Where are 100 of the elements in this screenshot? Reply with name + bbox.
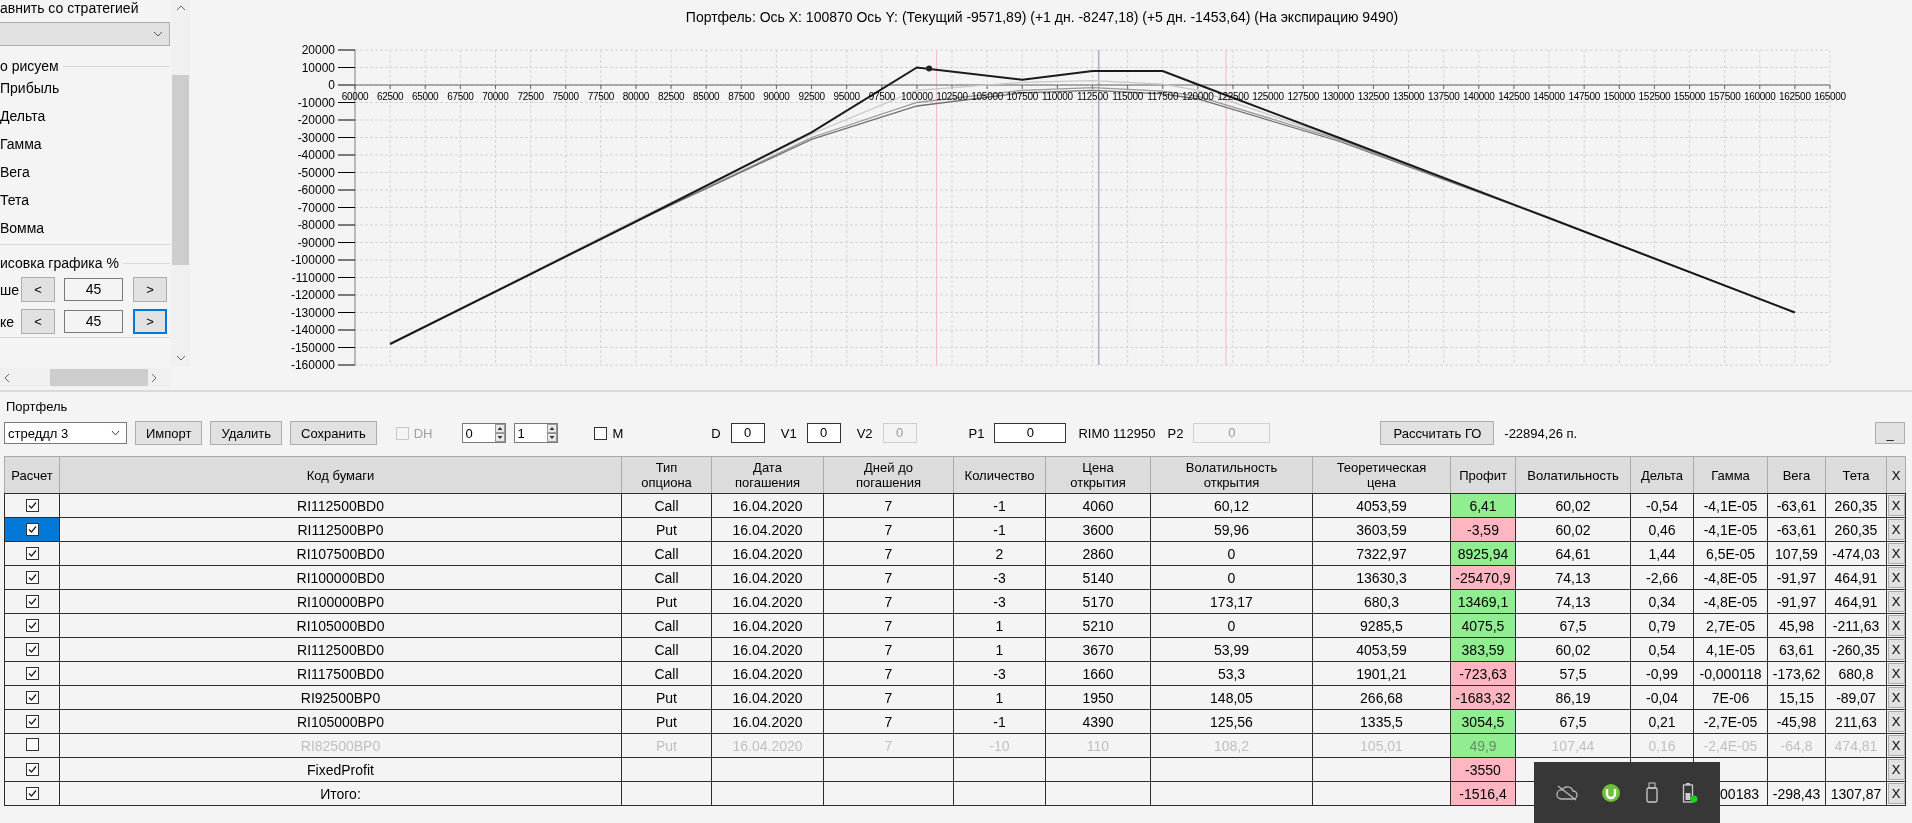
table-cell: 86,19: [1515, 685, 1631, 710]
table-cell: 60,02: [1515, 493, 1631, 518]
delete-button[interactable]: X: [1887, 783, 1905, 804]
checkbox-cell[interactable]: [4, 757, 60, 782]
battery-icon[interactable]: [1682, 781, 1699, 804]
checkbox[interactable]: [25, 762, 39, 776]
delete-button[interactable]: X: [1887, 567, 1905, 588]
usb-drive-icon[interactable]: [1644, 781, 1659, 804]
column-header[interactable]: Вега: [1767, 456, 1826, 494]
delete-button[interactable]: X: [1887, 519, 1905, 540]
column-header[interactable]: Количество: [953, 456, 1046, 494]
calculate-button[interactable]: Рассчитать ГО: [1380, 421, 1495, 445]
increase-button[interactable]: >: [133, 309, 167, 334]
column-header[interactable]: Расчет: [4, 456, 60, 494]
checkbox-cell[interactable]: [4, 685, 60, 710]
app-icon[interactable]: [1601, 782, 1622, 803]
delete-button[interactable]: X: [1887, 759, 1905, 780]
toolbar-button[interactable]: Импорт: [135, 421, 203, 445]
column-header[interactable]: Дней до погашения: [823, 456, 954, 494]
input-field[interactable]: 0: [730, 423, 765, 443]
tick-label: 135000: [1392, 91, 1425, 102]
delete-button[interactable]: X: [1887, 615, 1905, 636]
checkbox[interactable]: [594, 426, 608, 440]
checkbox-cell[interactable]: [4, 493, 60, 518]
scrollbar-thumb[interactable]: [172, 75, 189, 265]
tick-label: 80000: [622, 91, 650, 102]
delete-button[interactable]: X: [1887, 543, 1905, 564]
table-cell: 173,17: [1150, 589, 1313, 614]
tick-label: 67500: [447, 91, 474, 102]
column-header[interactable]: Дата погашения: [711, 456, 824, 494]
table-cell: 67,5: [1515, 709, 1631, 734]
vertical-scrollbar[interactable]: [171, 0, 190, 367]
plot-option[interactable]: Гамма: [0, 130, 42, 158]
plot-option[interactable]: Тета: [0, 186, 30, 214]
column-header[interactable]: Дельта: [1630, 456, 1694, 494]
table-cell: 60,02: [1515, 517, 1631, 542]
table-cell: 680,3: [1312, 589, 1451, 614]
checkbox[interactable]: [25, 690, 39, 704]
checkbox-cell[interactable]: [4, 661, 60, 686]
checkbox-cell[interactable]: [4, 565, 60, 590]
percent-field[interactable]: 45: [64, 310, 123, 333]
checkbox-cell[interactable]: [4, 589, 60, 614]
table-cell: RI100000BP0: [59, 589, 622, 614]
column-header[interactable]: Волатильность открытия: [1150, 456, 1313, 494]
plot-option[interactable]: Вомма: [0, 214, 45, 242]
delete-button[interactable]: X: [1887, 711, 1905, 732]
toolbar-button[interactable]: Сохранить: [290, 421, 377, 445]
scroll-left-icon[interactable]: [4, 372, 10, 383]
checkbox[interactable]: [25, 498, 39, 512]
table-cell: 60,12: [1150, 493, 1313, 518]
checkbox-cell[interactable]: [4, 613, 60, 638]
checkbox-cell[interactable]: [4, 709, 60, 734]
checkbox-cell[interactable]: [4, 517, 60, 542]
toolbar-button[interactable]: Удалить: [210, 421, 283, 445]
checkbox[interactable]: [25, 570, 39, 584]
strategy-dropdown[interactable]: стреддл 3: [4, 422, 127, 444]
cloud-off-icon[interactable]: [1555, 784, 1578, 801]
decrease-button[interactable]: <: [21, 309, 55, 334]
column-header[interactable]: Тип опциона: [621, 456, 712, 494]
column-header[interactable]: Гамма: [1693, 456, 1768, 494]
tick-label: -20000: [297, 113, 335, 127]
plot-option[interactable]: Вега: [0, 158, 30, 186]
delete-button[interactable]: X: [1887, 495, 1905, 516]
scroll-right-icon[interactable]: [151, 372, 157, 383]
column-header[interactable]: Код бумаги: [59, 456, 622, 494]
number-spinner[interactable]: 0: [462, 423, 507, 443]
plot-option[interactable]: Прибыль: [0, 74, 60, 102]
horizontal-scrollbar[interactable]: [0, 368, 171, 387]
scroll-up-icon[interactable]: [175, 5, 186, 11]
column-header[interactable]: Теоретическая цена: [1312, 456, 1451, 494]
checkbox[interactable]: [25, 594, 39, 608]
checkbox-cell[interactable]: [4, 781, 60, 806]
checkbox[interactable]: [25, 618, 39, 632]
checkbox-cell[interactable]: [4, 541, 60, 566]
checkbox-cell[interactable]: [4, 637, 60, 662]
column-header[interactable]: Профит: [1450, 456, 1516, 494]
delete-button[interactable]: X: [1887, 639, 1905, 660]
checkbox[interactable]: [25, 786, 39, 800]
decrease-button[interactable]: <: [21, 277, 55, 302]
checkbox[interactable]: [25, 642, 39, 656]
scrollbar-thumb[interactable]: [50, 369, 148, 386]
checkbox[interactable]: [25, 666, 39, 680]
checkbox[interactable]: [25, 714, 39, 728]
delete-button[interactable]: X: [1887, 687, 1905, 708]
input-field[interactable]: 0: [806, 423, 841, 443]
increase-button[interactable]: >: [133, 277, 167, 302]
column-header[interactable]: Волатильность: [1515, 456, 1631, 494]
minimize-button[interactable]: _: [1875, 422, 1905, 444]
checkbox[interactable]: [25, 546, 39, 560]
plot-option[interactable]: Дельта: [0, 102, 46, 130]
delete-button[interactable]: X: [1887, 591, 1905, 612]
column-header[interactable]: Цена открытия: [1045, 456, 1151, 494]
table-cell: Put: [621, 685, 712, 710]
number-spinner[interactable]: 1: [514, 423, 559, 443]
scroll-down-icon[interactable]: [175, 355, 186, 361]
delete-button[interactable]: X: [1887, 663, 1905, 684]
checkbox[interactable]: [25, 522, 39, 536]
percent-field[interactable]: 45: [64, 278, 123, 301]
input-field[interactable]: 0: [994, 423, 1067, 443]
column-header[interactable]: Тета: [1825, 456, 1887, 494]
